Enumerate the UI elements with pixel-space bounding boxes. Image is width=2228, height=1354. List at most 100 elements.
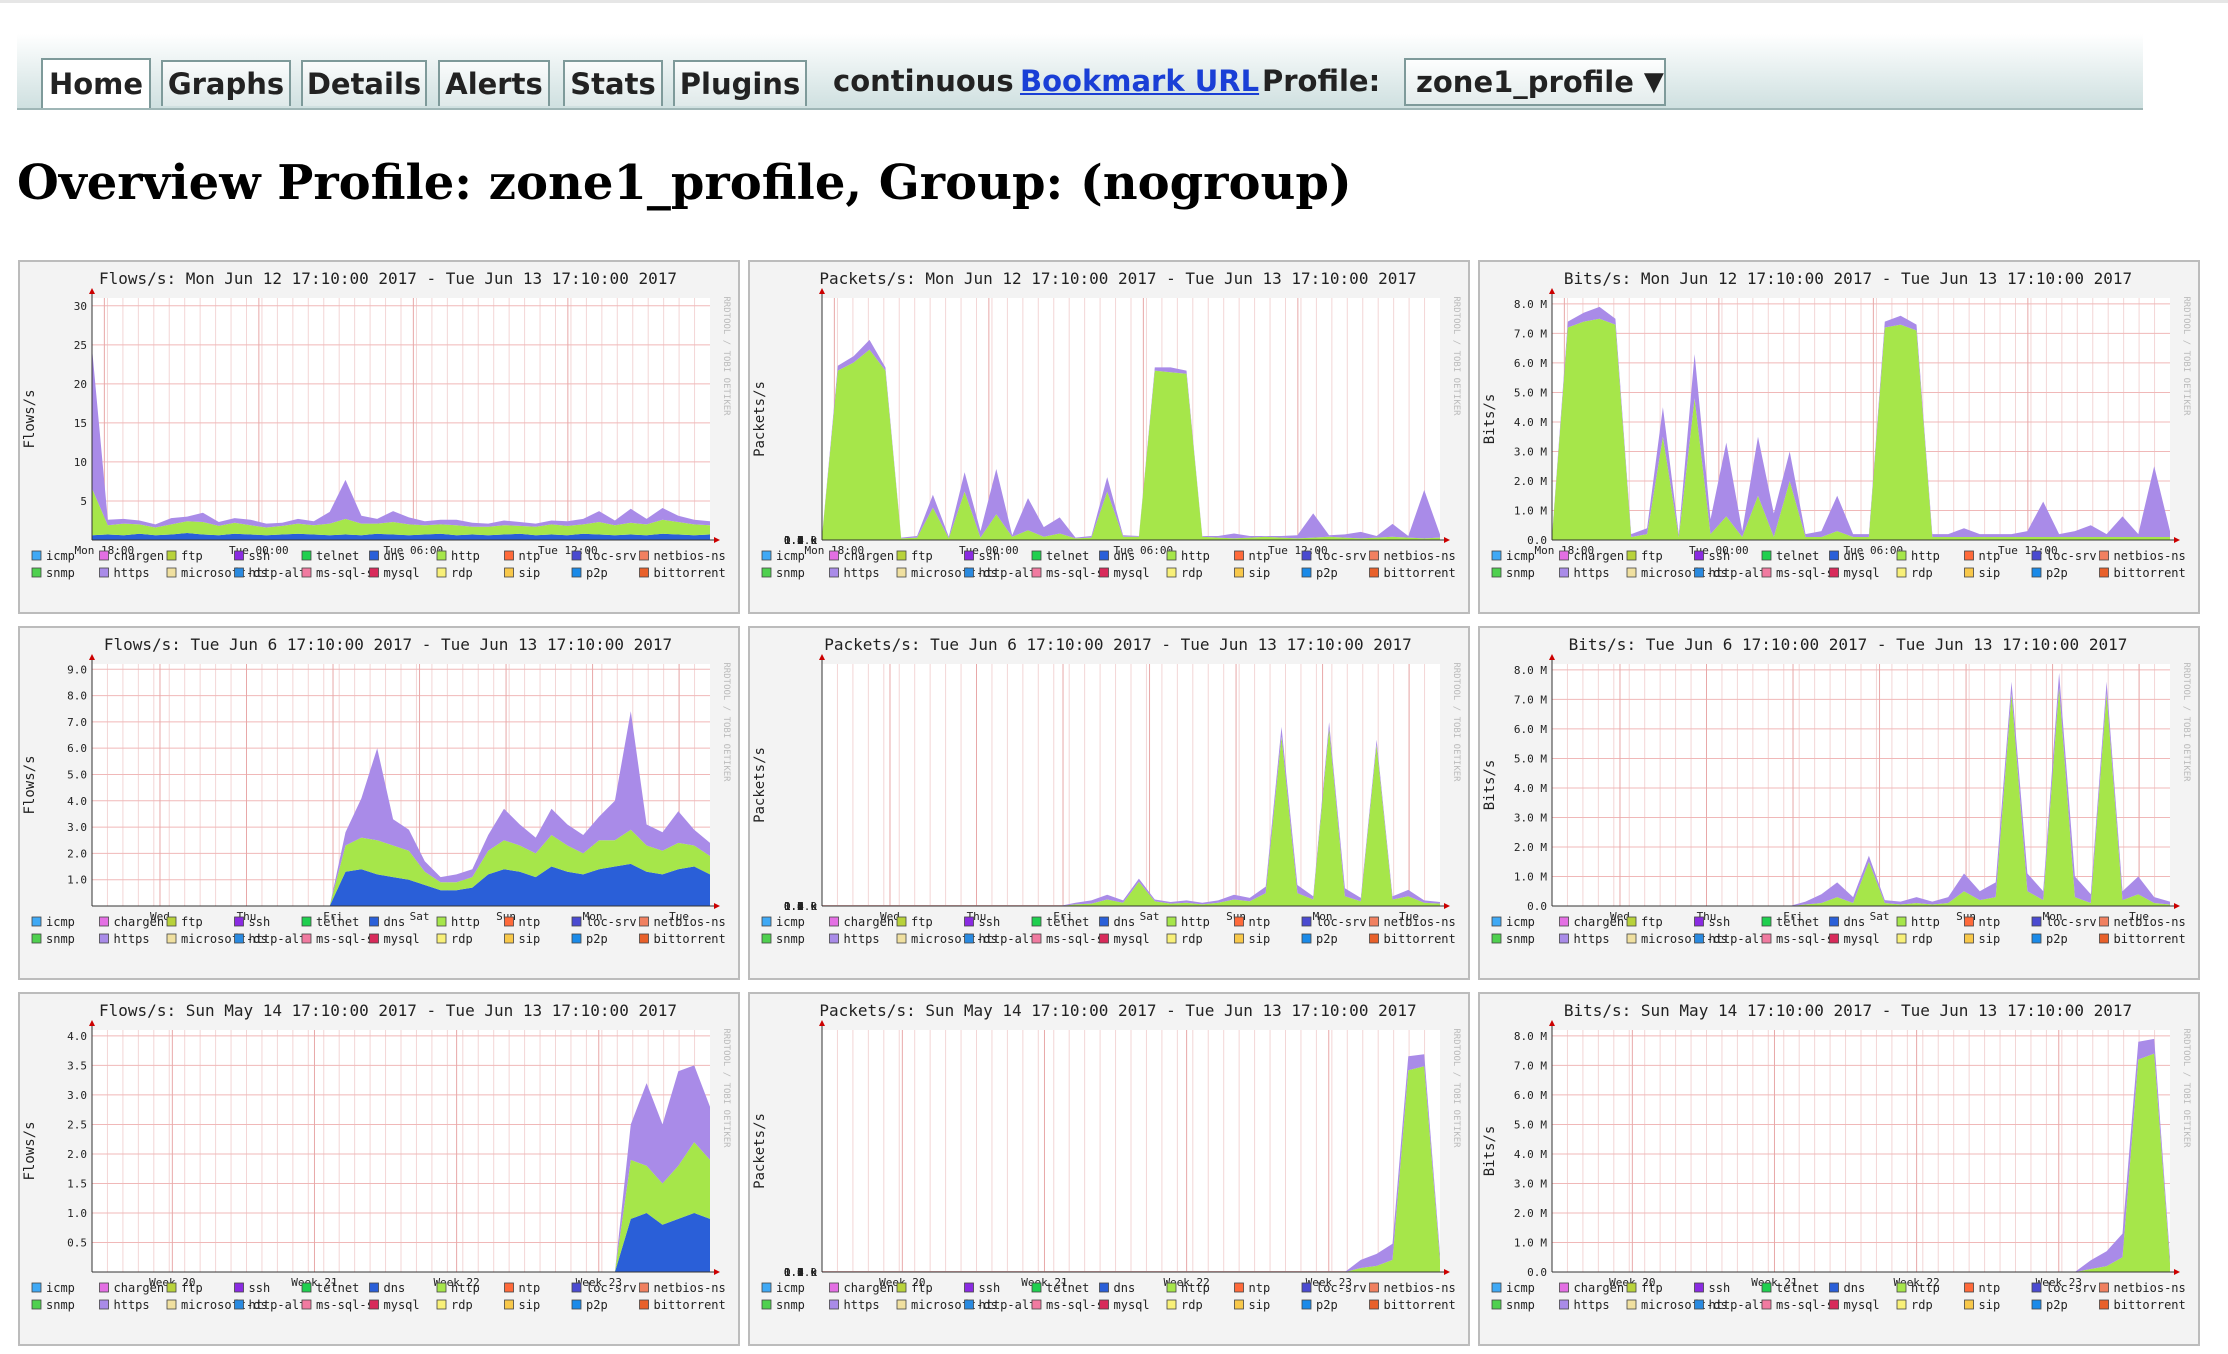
graph-panel[interactable]: Flows/s: Sun May 14 17:10:00 2017 - Tue … xyxy=(18,992,740,1346)
legend-swatch-https xyxy=(829,567,839,578)
legend-label-ssh: ssh xyxy=(1709,1281,1731,1295)
y-tick-label: 10 xyxy=(74,456,87,469)
legend-label-http: http xyxy=(1181,549,1210,563)
legend-swatch-https xyxy=(99,1299,109,1310)
y-tick-label: 3.0 M xyxy=(1514,445,1547,458)
legend-label-telnet: telnet xyxy=(1776,915,1819,929)
y-tick-label: 0.5 xyxy=(67,1236,87,1249)
legend-swatch-netbios-ns xyxy=(2099,550,2109,561)
legend-swatch-http xyxy=(436,916,447,927)
legend-swatch-chargen xyxy=(1559,550,1569,561)
graph-panel[interactable]: Bits/s: Sun May 14 17:10:00 2017 - Tue J… xyxy=(1478,992,2200,1346)
tab-alerts[interactable]: Alerts xyxy=(438,60,550,106)
y-axis-arrow-icon xyxy=(819,654,825,660)
legend-label-icmp: icmp xyxy=(46,549,75,563)
legend-swatch-chargen xyxy=(99,550,109,561)
rrdtool-credit: RRDTOOL / TOBI OETIKER xyxy=(1451,296,1461,416)
tab-plugins[interactable]: Plugins xyxy=(673,60,807,106)
y-tick-label: 6.0 M xyxy=(1514,723,1547,736)
legend-swatch-netbios-ns xyxy=(2099,916,2109,927)
legend-label-http: http xyxy=(1911,1281,1940,1295)
legend-label-p2p: p2p xyxy=(586,566,608,580)
legend-label-telnet: telnet xyxy=(316,915,359,929)
legend-swatch-microsoft-ds xyxy=(1626,933,1637,944)
legend-label-p2p: p2p xyxy=(2046,932,2068,946)
tab-graphs[interactable]: Graphs xyxy=(161,60,291,106)
graph-panel[interactable]: Bits/s: Tue Jun 6 17:10:00 2017 - Tue Ju… xyxy=(1478,626,2200,980)
tab-home[interactable]: Home xyxy=(41,58,151,108)
legend-label-http: http xyxy=(1911,915,1940,929)
legend-swatch-loc-srv xyxy=(571,550,582,561)
legend-swatch-rdp xyxy=(1896,567,1907,578)
legend-swatch-ftp xyxy=(1626,916,1637,927)
legend-swatch-snmp xyxy=(31,1299,42,1310)
graph-panel[interactable]: Packets/s: Mon Jun 12 17:10:00 2017 - Tu… xyxy=(748,260,1470,614)
legend-swatch-telnet xyxy=(1761,916,1772,927)
legend-swatch-ssh xyxy=(964,550,974,561)
legend-swatch-icmp xyxy=(31,916,42,927)
legend-swatch-microsoft-ds xyxy=(896,1299,907,1310)
y-tick-label: 9.0 xyxy=(67,663,87,676)
legend-label-http-alt: http-alt xyxy=(979,932,1037,946)
tab-stats[interactable]: Stats xyxy=(563,60,663,106)
profile-select[interactable]: zone1_profile ▼ xyxy=(1404,58,1666,106)
y-axis-arrow-icon xyxy=(1549,288,1555,294)
y-tick-label: 3.0 xyxy=(67,821,87,834)
legend-swatch-ftp xyxy=(896,1282,907,1293)
legend-swatch-snmp xyxy=(761,933,772,944)
legend-label-http: http xyxy=(1181,915,1210,929)
y-tick-label: 30 xyxy=(74,300,87,313)
legend-swatch-icmp xyxy=(761,550,772,561)
y-tick-label: 5.0 M xyxy=(1514,752,1547,765)
x-tick-label: Sat xyxy=(410,910,430,923)
legend-swatch-loc-srv xyxy=(2031,916,2042,927)
legend-swatch-p2p xyxy=(2031,567,2042,578)
legend-swatch-mysql xyxy=(1099,933,1109,944)
x-axis-arrow-icon xyxy=(714,903,720,909)
graph-panel[interactable]: Flows/s: Mon Jun 12 17:10:00 2017 - Tue … xyxy=(18,260,740,614)
y-tick-label: 2.0 xyxy=(67,847,87,860)
y-axis-arrow-icon xyxy=(89,1020,95,1026)
legend-label-http: http xyxy=(451,915,480,929)
legend-swatch-bittorrent xyxy=(639,1299,649,1310)
graph-panel[interactable]: Flows/s: Tue Jun 6 17:10:00 2017 - Tue J… xyxy=(18,626,740,980)
legend-label-mysql: mysql xyxy=(1844,1298,1880,1312)
legend-swatch-http xyxy=(1896,1282,1907,1293)
legend-swatch-mysql xyxy=(1829,933,1839,944)
legend-label-rdp: rdp xyxy=(1181,932,1203,946)
legend-label-sip: sip xyxy=(519,932,541,946)
legend-swatch-dns xyxy=(1829,1282,1839,1293)
x-tick-label: Sat xyxy=(1140,910,1160,923)
legend-label-bittorrent: bittorrent xyxy=(1384,932,1456,946)
x-axis-arrow-icon xyxy=(2174,1269,2180,1275)
legend-label-netbios-ns: netbios-ns xyxy=(2114,1281,2186,1295)
legend-swatch-http-alt xyxy=(234,567,244,578)
legend-swatch-http-alt xyxy=(1694,567,1704,578)
y-tick-label: 7.0 xyxy=(67,716,87,729)
legend-swatch-ntp xyxy=(504,1282,514,1293)
legend-label-icmp: icmp xyxy=(1506,549,1535,563)
legend-label-mysql: mysql xyxy=(1114,566,1150,580)
y-tick-label: 3.0 M xyxy=(1514,811,1547,824)
legend-swatch-http-alt xyxy=(1694,933,1704,944)
legend-label-mysql: mysql xyxy=(1114,932,1150,946)
legend-label-netbios-ns: netbios-ns xyxy=(654,915,726,929)
legend-label-p2p: p2p xyxy=(586,932,608,946)
y-tick-label: 2.0 M xyxy=(1514,475,1547,488)
graph-panel[interactable]: Packets/s: Sun May 14 17:10:00 2017 - Tu… xyxy=(748,992,1470,1346)
legend-swatch-microsoft-ds xyxy=(1626,567,1637,578)
chart-title: Flows/s: Tue Jun 6 17:10:00 2017 - Tue J… xyxy=(104,635,672,654)
graph-panel[interactable]: Bits/s: Mon Jun 12 17:10:00 2017 - Tue J… xyxy=(1478,260,2200,614)
legend-swatch-mysql xyxy=(1099,567,1109,578)
legend-swatch-p2p xyxy=(571,567,582,578)
legend-swatch-chargen xyxy=(99,1282,109,1293)
tab-details[interactable]: Details xyxy=(301,60,427,106)
dropdown-arrow-icon: ▼ xyxy=(1643,67,1664,97)
legend-swatch-chargen xyxy=(1559,1282,1569,1293)
legend-swatch-https xyxy=(829,933,839,944)
legend-label-https: https xyxy=(1574,1298,1610,1312)
legend-swatch-ntp xyxy=(504,916,514,927)
graph-panel[interactable]: Packets/s: Tue Jun 6 17:10:00 2017 - Tue… xyxy=(748,626,1470,980)
bookmark-url-link[interactable]: Bookmark URL xyxy=(1020,64,1259,98)
legend-swatch-dns xyxy=(1099,916,1109,927)
